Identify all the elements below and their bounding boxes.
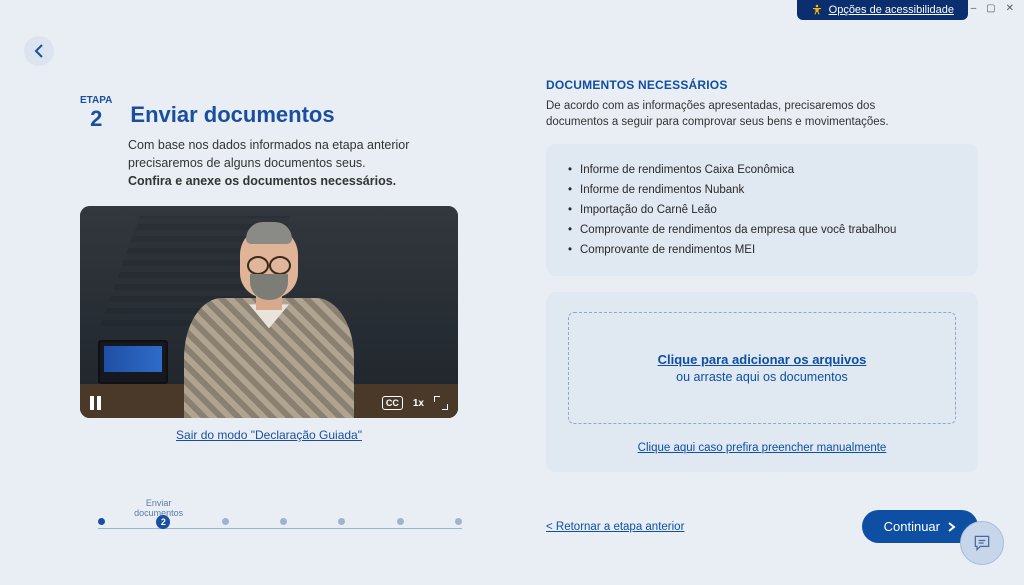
right-pane: DOCUMENTOS NECESSÁRIOS De acordo com as … xyxy=(512,22,1006,567)
desc-line1: Com base nos dados informados na etapa a… xyxy=(128,138,409,170)
pause-icon[interactable] xyxy=(90,396,101,410)
fullscreen-icon[interactable] xyxy=(434,396,448,410)
stepper-dot xyxy=(222,518,229,525)
progress-stepper: Enviar documentos 2 xyxy=(98,501,462,537)
continue-button-label: Continuar xyxy=(884,519,940,534)
stepper-dot xyxy=(338,518,345,525)
page-description: Com base nos dados informados na etapa a… xyxy=(128,136,458,190)
return-previous-step-link[interactable]: < Retornar a etapa anterior xyxy=(546,521,684,533)
file-dropzone[interactable]: Clique para adicionar os arquivos ou arr… xyxy=(568,312,956,424)
chat-fab[interactable] xyxy=(960,521,1004,565)
left-pane: ETAPA 2 Enviar documentos Com base nos d… xyxy=(18,22,512,567)
stepper-dot-current: 2 xyxy=(156,515,170,529)
stepper-dot xyxy=(280,518,287,525)
accessibility-icon xyxy=(811,4,823,16)
required-documents-list: Informe de rendimentos Caixa Econômica I… xyxy=(568,160,956,260)
chevron-right-icon xyxy=(948,522,956,532)
step-badge: ETAPA 2 xyxy=(80,96,112,130)
list-item: Informe de rendimentos Caixa Econômica xyxy=(568,160,956,180)
video-controls: CC 1x xyxy=(90,396,448,410)
required-documents-card: Informe de rendimentos Caixa Econômica I… xyxy=(546,144,978,276)
closed-captions-button[interactable]: CC xyxy=(382,396,403,410)
upload-card: Clique para adicionar os arquivos ou arr… xyxy=(546,292,978,472)
section-subtitle: De acordo com as informações apresentada… xyxy=(546,98,926,130)
section-title: DOCUMENTOS NECESSÁRIOS xyxy=(546,78,978,92)
playback-speed-button[interactable]: 1x xyxy=(413,398,424,409)
dropzone-click-label: Clique para adicionar os arquivos xyxy=(658,352,867,367)
close-window-button[interactable]: ✕ xyxy=(1006,3,1014,14)
desc-line2: Confira e anexe os documentos necessário… xyxy=(128,174,396,188)
stepper-dot xyxy=(455,518,462,525)
list-item: Comprovante de rendimentos da empresa qu… xyxy=(568,220,956,240)
dropzone-drag-label: ou arraste aqui os documentos xyxy=(676,370,848,384)
stepper-dot xyxy=(397,518,404,525)
manual-fill-link[interactable]: Clique aqui caso prefira preencher manua… xyxy=(638,442,887,454)
list-item: Comprovante de rendimentos MEI xyxy=(568,240,956,260)
video-player[interactable]: CC 1x xyxy=(80,206,458,418)
chat-icon xyxy=(972,533,992,553)
page-title: Enviar documentos xyxy=(130,102,334,128)
step-word: ETAPA xyxy=(80,96,112,106)
list-item: Informe de rendimentos Nubank xyxy=(568,180,956,200)
maximize-button[interactable]: ▢ xyxy=(986,3,995,14)
accessibility-banner[interactable]: Opções de acessibilidade xyxy=(797,0,968,20)
exit-guided-link[interactable]: Sair do modo "Declaração Guiada" xyxy=(176,428,362,442)
minimize-button[interactable]: – xyxy=(971,3,977,14)
step-number: 2 xyxy=(90,108,102,130)
accessibility-label: Opções de acessibilidade xyxy=(829,4,954,16)
stepper-dot xyxy=(98,518,105,525)
video-thumbnail xyxy=(80,206,458,418)
list-item: Importação do Carnê Leão xyxy=(568,200,956,220)
